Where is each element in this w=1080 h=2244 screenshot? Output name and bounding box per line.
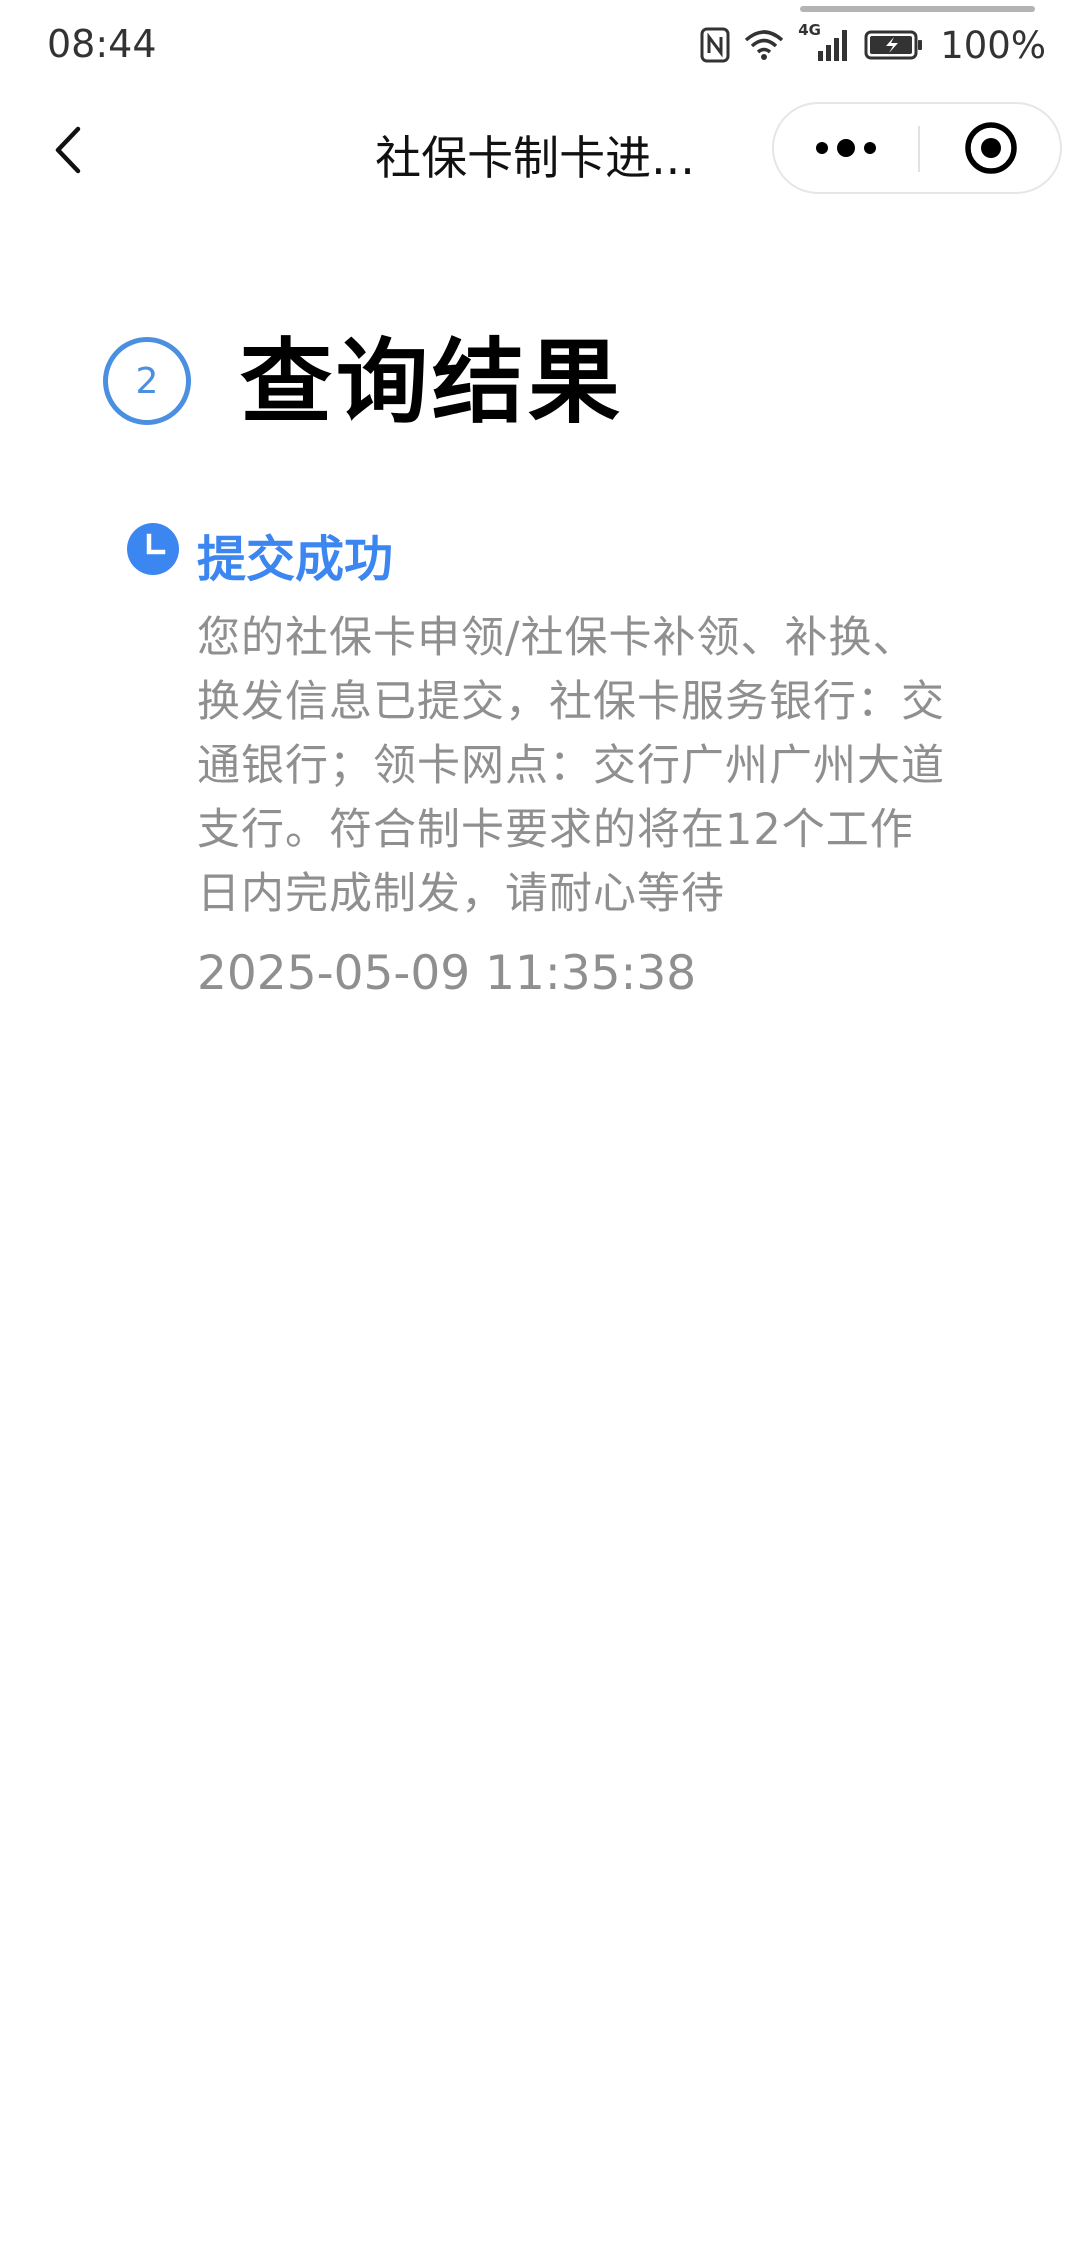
gesture-indicator — [800, 6, 1035, 12]
target-close-icon — [965, 122, 1017, 174]
close-button[interactable] — [920, 104, 1062, 192]
status-bar: 08:44 4G 100% — [0, 0, 1080, 90]
timeline-timestamp: 2025-05-09 11:35:38 — [197, 946, 697, 1001]
signal-icon: 4G — [798, 21, 850, 65]
step-number-badge: 2 — [103, 337, 191, 425]
battery-icon — [864, 29, 924, 61]
clock-icon — [127, 523, 179, 575]
timeline-description: 您的社保卡申领/社保卡补领、补换、换发信息已提交，社保卡服务银行：交通银行；领卡… — [197, 613, 945, 919]
page: 08:44 4G 100% 社保卡制卡进... 2 查询结果 提交成功 您的社保… — [0, 0, 1080, 2244]
network-type: 4G — [798, 21, 821, 39]
nfc-icon — [700, 27, 730, 63]
more-dots-icon — [816, 142, 828, 154]
timeline-status-label: 提交成功 — [197, 531, 394, 588]
nav-bar: 社保卡制卡进... — [0, 100, 1080, 200]
battery-percent: 100% — [940, 23, 1046, 67]
step-title: 查询结果 — [240, 329, 625, 436]
more-button[interactable] — [774, 104, 918, 192]
wifi-icon — [744, 28, 784, 62]
status-icons: 4G 100% — [700, 20, 1046, 70]
status-time: 08:44 — [47, 22, 157, 66]
mini-program-capsule — [772, 102, 1062, 194]
